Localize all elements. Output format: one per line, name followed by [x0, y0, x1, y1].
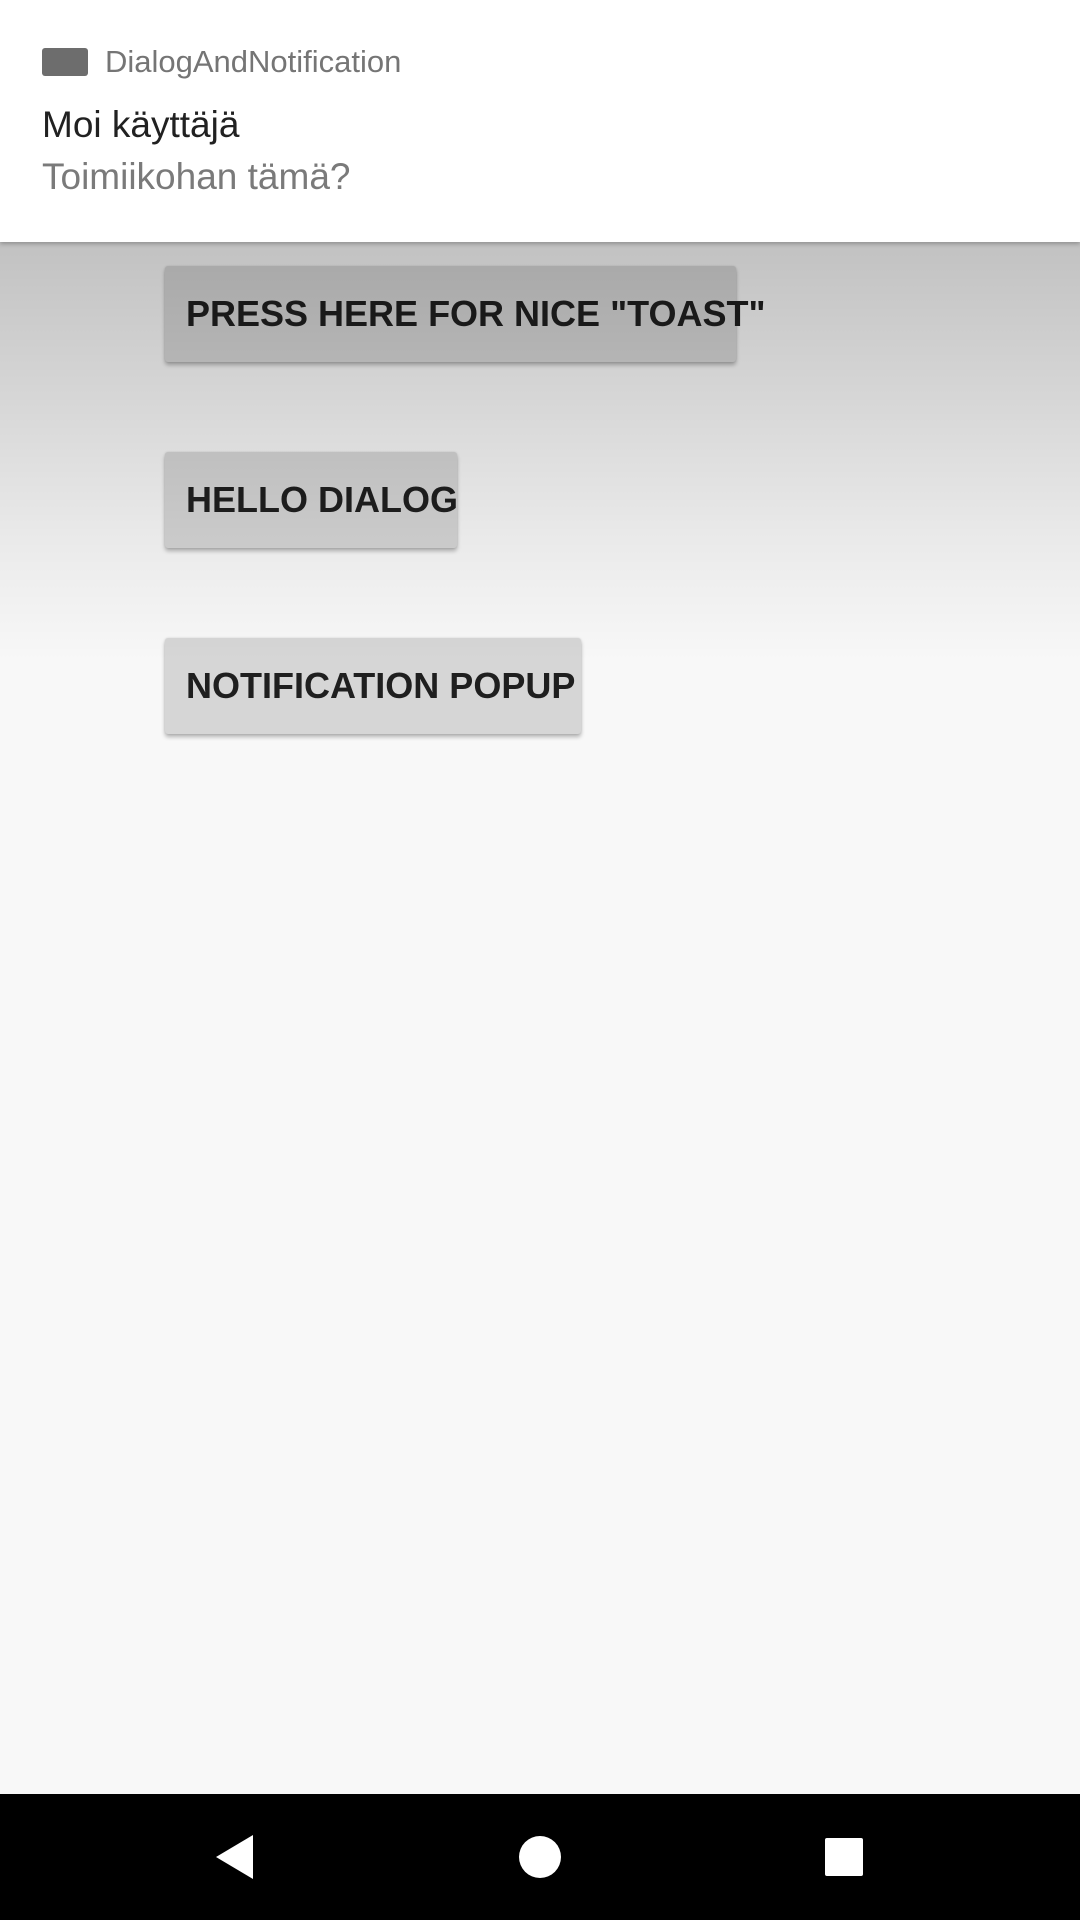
home-icon [519, 1836, 561, 1878]
app-icon [42, 48, 88, 76]
notification-text: Toimiikohan tämä? [42, 156, 351, 197]
notification-title: Moi käyttäjä [42, 104, 240, 145]
recents-icon [825, 1838, 863, 1876]
navigation-bar [0, 1794, 1080, 1920]
back-button[interactable] [175, 1794, 295, 1920]
app-content: PRESS HERE FOR NICE "TOAST" HELLO DIALOG… [0, 0, 1080, 1794]
home-button[interactable] [480, 1794, 600, 1920]
heads-up-notification[interactable]: DialogAndNotification Moi käyttäjä Toimi… [0, 0, 1080, 242]
notification-popup-button[interactable]: NOTIFICATION POPUP [165, 638, 581, 734]
notification-app-name: DialogAndNotification [105, 44, 402, 79]
hello-dialog-button[interactable]: HELLO DIALOG [165, 452, 458, 548]
recents-button[interactable] [784, 1794, 904, 1920]
toast-button[interactable]: PRESS HERE FOR NICE "TOAST" [165, 266, 766, 362]
back-icon [216, 1835, 253, 1879]
